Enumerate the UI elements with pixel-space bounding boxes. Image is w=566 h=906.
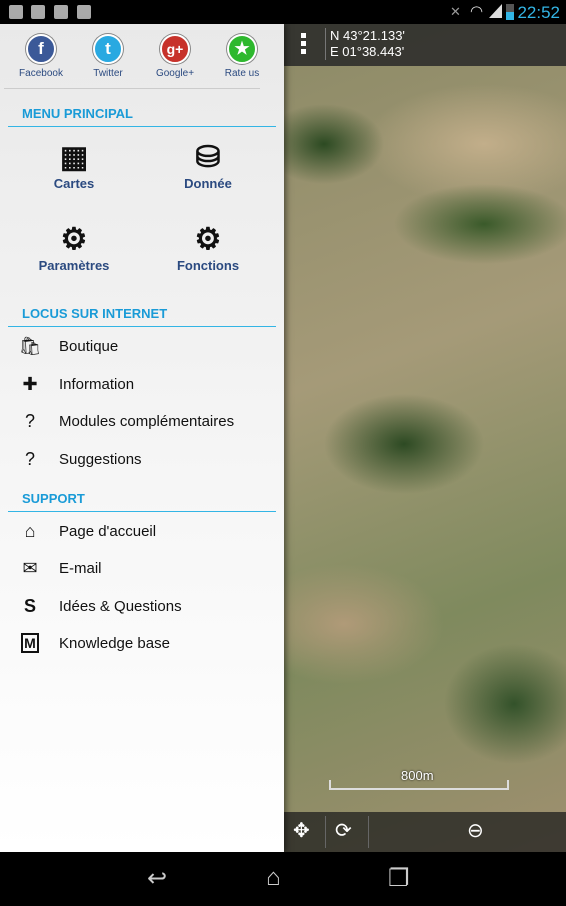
- item-label: Knowledge base: [59, 634, 170, 652]
- menu-item-cartes[interactable]: ▦ Cartes: [9, 140, 139, 191]
- google-plus-button[interactable]: g+ Google+: [140, 34, 210, 79]
- section-header-locus-internet: LOCUS SUR INTERNET: [22, 306, 168, 321]
- item-label: Page d'accueil: [59, 522, 157, 540]
- camera-icon: [9, 5, 23, 19]
- menu-item-donnee[interactable]: ⛁ Donnée: [143, 140, 273, 191]
- divider: [325, 816, 326, 848]
- mute-icon: ✕: [450, 4, 461, 19]
- twitter-icon: t: [93, 34, 123, 64]
- menu-label: Paramètres: [38, 258, 110, 273]
- recent-apps-icon[interactable]: ❐: [388, 864, 410, 893]
- list-item-suggestions[interactable]: ? Suggestions: [18, 444, 142, 474]
- list-item-information[interactable]: ✚ Information: [18, 369, 134, 399]
- play-store-icon: [31, 5, 45, 19]
- list-item-homepage[interactable]: ⌂ Page d'accueil: [18, 516, 157, 546]
- section-header-support: SUPPORT: [22, 491, 85, 506]
- map-icon: ▦: [59, 141, 89, 174]
- home-icon: ⌂: [24, 520, 36, 541]
- move-icon[interactable]: ✥: [293, 818, 310, 843]
- play-store-icon: [54, 5, 68, 19]
- clock: 22:52: [517, 3, 560, 22]
- star-icon: ★: [227, 34, 257, 64]
- facebook-icon: f: [26, 34, 56, 64]
- google-plus-label: Google+: [155, 68, 195, 79]
- longitude: E 01°38.443': [330, 44, 405, 59]
- menu-label: Cartes: [53, 176, 95, 191]
- list-item-boutique[interactable]: 🛍 Boutique: [18, 331, 119, 361]
- twitter-label: Twitter: [93, 68, 123, 79]
- map-toolbar: ✥ ⟳ ⊖: [284, 812, 566, 852]
- divider: [8, 326, 276, 327]
- system-nav-bar: ↩ ⌂ ❐: [0, 852, 566, 906]
- list-item-email[interactable]: ✉ E-mail: [18, 553, 102, 583]
- scale-bar: 800m: [329, 768, 509, 790]
- database-icon: ⛁: [195, 141, 221, 174]
- menu-label: Donnée: [184, 176, 232, 191]
- item-label: Suggestions: [59, 450, 142, 468]
- back-icon[interactable]: ↩: [147, 864, 167, 893]
- zoom-out-icon[interactable]: ⊖: [467, 818, 484, 843]
- status-bar: ✕ ◠ 22:52: [0, 0, 566, 24]
- wifi-icon: ◠: [470, 3, 484, 20]
- scale-label: 800m: [401, 768, 434, 783]
- menu-item-fonctions[interactable]: ⚙ Fonctions: [143, 222, 273, 273]
- divider: [368, 816, 369, 848]
- battery-icon: [506, 4, 514, 20]
- latitude: N 43°21.133': [330, 28, 405, 43]
- rate-us-label: Rate us: [224, 68, 260, 79]
- home-nav-icon[interactable]: ⌂: [266, 864, 281, 892]
- addon-icon: ?: [24, 410, 35, 431]
- overflow-menu-icon[interactable]: [301, 33, 306, 57]
- play-store-icon: [77, 5, 91, 19]
- shop-icon: 🛍: [18, 335, 42, 356]
- gears-icon: ⚙: [194, 223, 222, 256]
- coordinates-bar: N 43°21.133' E 01°38.443': [284, 24, 566, 66]
- settings-icon: ⚙: [60, 223, 88, 256]
- google-plus-icon: g+: [160, 34, 190, 64]
- divider: [8, 126, 276, 127]
- email-icon: ✉: [22, 557, 38, 578]
- menu-label: Fonctions: [176, 258, 240, 273]
- item-label: Modules complémentaires: [59, 412, 235, 430]
- item-label: Idées & Questions: [59, 597, 182, 615]
- item-label: E-mail: [59, 559, 102, 577]
- divider: [8, 511, 276, 512]
- list-item-ideas[interactable]: S Idées & Questions: [18, 591, 182, 621]
- twitter-button[interactable]: t Twitter: [73, 34, 143, 79]
- rotate-map-icon[interactable]: ⟳: [335, 818, 352, 843]
- feedback-icon: S: [23, 595, 36, 616]
- list-item-knowledge-base[interactable]: M Knowledge base: [18, 628, 170, 658]
- suggestion-icon: ?: [24, 448, 35, 469]
- item-label: Information: [59, 375, 135, 393]
- section-header-menu-principal: MENU PRINCIPAL: [22, 106, 133, 121]
- list-item-modules[interactable]: ? Modules complémentaires: [18, 406, 234, 436]
- facebook-label: Facebook: [19, 68, 63, 79]
- facebook-button[interactable]: f Facebook: [6, 34, 76, 79]
- navigation-drawer: f Facebook t Twitter g+ Google+ ★ Rate us ME…: [0, 24, 284, 852]
- knowledge-base-icon: M: [21, 633, 39, 653]
- menu-item-parametres[interactable]: ⚙ Paramètres: [9, 222, 139, 273]
- puzzle-icon: ✚: [22, 373, 38, 394]
- signal-icon: [489, 4, 502, 18]
- divider: [4, 88, 260, 89]
- item-label: Boutique: [59, 337, 119, 355]
- map-view[interactable]: N 43°21.133' E 01°38.443' 800m ✥ ⟳ ⊖: [284, 24, 566, 852]
- rate-us-button[interactable]: ★ Rate us: [207, 34, 277, 79]
